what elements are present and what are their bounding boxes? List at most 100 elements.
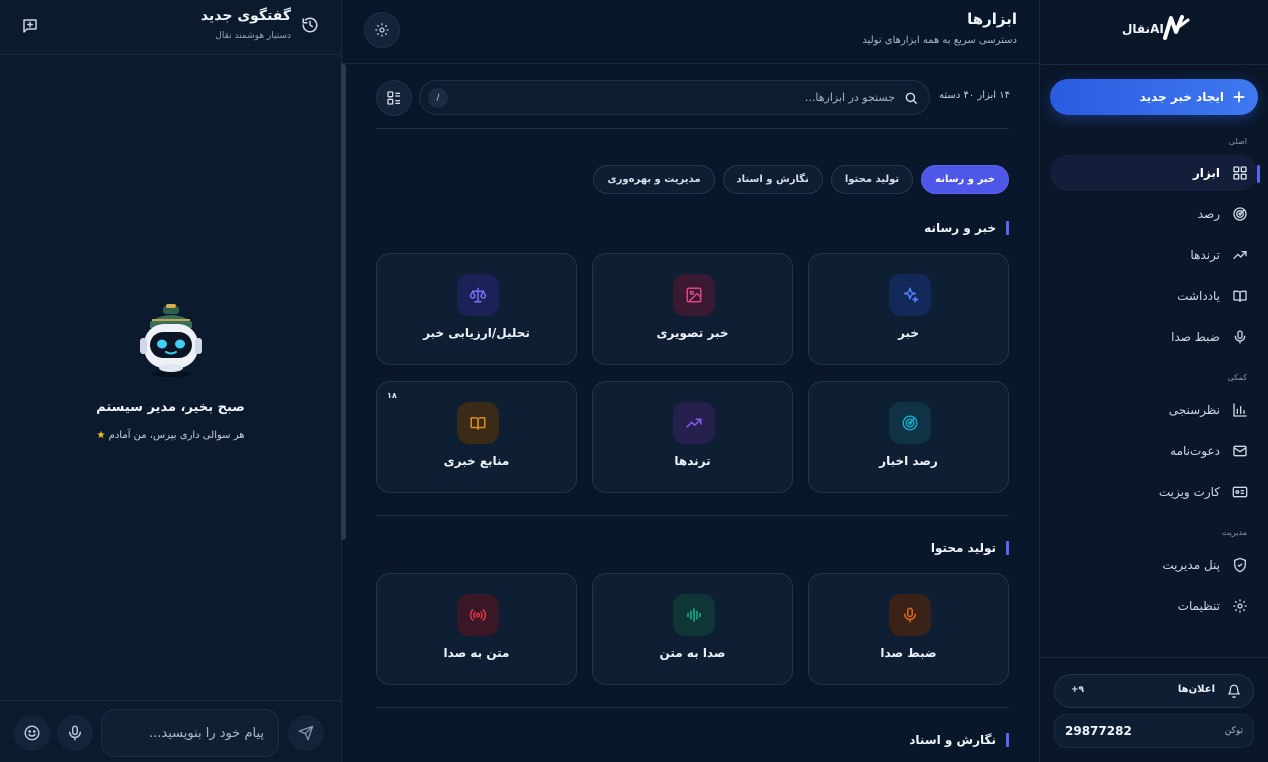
chat-scrollbar[interactable]: [341, 64, 346, 540]
tool-card-text-to-speech[interactable]: متن به صدا: [376, 573, 577, 685]
chat-title: گفتگوی جدید: [200, 8, 291, 24]
bell-icon: [1227, 684, 1241, 698]
tools-header: ابزارها دسترسی سریع به همه ابزارهای تولی…: [342, 0, 1039, 64]
search-shortcut-hint: /: [428, 88, 448, 108]
scale-icon: [457, 274, 499, 316]
nav-group-label: اصلی: [1228, 137, 1247, 146]
sidebar-item-label: ترندها: [1190, 248, 1220, 262]
tools-settings-button[interactable]: [364, 12, 400, 48]
tool-card-news-sources[interactable]: ۱۸ منابع خبری: [376, 381, 577, 493]
sidebar-item-label: رصد: [1197, 207, 1220, 221]
tool-card-news-monitoring[interactable]: رصد اخبار: [808, 381, 1009, 493]
tools-search: /: [419, 80, 930, 115]
sidebar-item-invitations[interactable]: دعوت‌نامه: [1050, 433, 1258, 469]
divider: [376, 515, 1009, 516]
tool-card-voice-recording[interactable]: ضبط صدا: [808, 573, 1009, 685]
notifications-count: +۹: [1071, 685, 1085, 695]
trending-up-icon: [1233, 251, 1247, 259]
sidebar-item-notes[interactable]: یادداشت: [1050, 278, 1258, 314]
view-toggle-button[interactable]: [376, 80, 412, 116]
tool-card-photo-news[interactable]: خبر تصویری: [592, 253, 793, 365]
card-count-badge: ۱۸: [387, 391, 397, 400]
greeting-prompt: هر سوالی داری بپرس، من آمادم ★: [0, 430, 341, 441]
tool-card-label: رصد اخبار: [879, 454, 938, 468]
tab-content-production[interactable]: تولید محتوا: [830, 165, 914, 194]
tab-writing-documents[interactable]: نگارش و اسناد: [722, 165, 823, 194]
sidebar-item-trends[interactable]: ترندها: [1050, 237, 1258, 273]
logo-icon: [1163, 15, 1190, 40]
image-icon: [673, 274, 715, 316]
audio-wave-icon: [673, 594, 715, 636]
voice-input-button[interactable]: [57, 715, 93, 751]
book-icon: [457, 402, 499, 444]
sidebar-item-label: نظرسنجی: [1168, 403, 1220, 417]
sidebar-item-tools[interactable]: ابزار: [1050, 155, 1258, 191]
create-news-label: ایجاد خبر جدید: [1139, 90, 1224, 104]
tool-counts: ۱۴ ابزار ۴۰ دسته: [939, 90, 1010, 101]
chat-subtitle: دستیار هوشمند نقال: [215, 31, 291, 41]
search-icon: [904, 91, 918, 105]
new-chat-button[interactable]: [13, 9, 47, 43]
plus-icon: [1233, 91, 1245, 103]
message-input[interactable]: [101, 709, 279, 757]
active-indicator: [1257, 165, 1260, 183]
smile-icon: [24, 725, 40, 741]
send-button[interactable]: [288, 715, 324, 751]
page-subtitle: دسترسی سریع به همه ابزارهای تولید: [862, 35, 1017, 46]
greeting-prompt-text: هر سوالی داری بپرس، من آمادم: [108, 430, 245, 441]
tab-news-media[interactable]: خبر و رسانه: [921, 165, 1009, 194]
grid-icon: [1233, 166, 1247, 180]
radar-icon: [1233, 207, 1247, 221]
star-icon: ★: [96, 430, 106, 441]
microphone-icon: [69, 725, 81, 741]
id-card-icon: [1232, 486, 1248, 498]
divider: [376, 707, 1009, 708]
gear-icon: [1233, 599, 1247, 613]
sidebar-item-label: ابزار: [1192, 166, 1220, 180]
sidebar-item-label: کارت ویزیت: [1158, 485, 1220, 499]
tool-card-trends[interactable]: ترندها: [592, 381, 793, 493]
sidebar-item-polls[interactable]: نظرسنجی: [1050, 392, 1258, 428]
section-title-news-media: خبر و رسانه: [924, 221, 1009, 235]
nav-group-label: کمکی: [1227, 373, 1247, 382]
tools-panel: ابزارها دسترسی سریع به همه ابزارهای تولی…: [342, 0, 1039, 762]
sidebar-item-voice-recording[interactable]: ضبط صدا: [1050, 319, 1258, 355]
notifications-button[interactable]: +۹ اعلان‌ها: [1054, 674, 1254, 708]
section-title-writing-documents: نگارش و اسناد: [909, 733, 1009, 747]
sidebar-item-label: دعوت‌نامه: [1170, 444, 1220, 458]
chat-header: گفتگوی جدید دستیار هوشمند نقال: [0, 0, 341, 55]
bar-chart-icon: [1233, 403, 1247, 417]
send-icon: [298, 725, 314, 741]
sidebar-item-label: تنظیمات: [1177, 599, 1220, 613]
tool-card-label: ترندها: [674, 454, 711, 468]
chat-history-button[interactable]: [293, 8, 327, 42]
book-open-icon: [1233, 290, 1247, 302]
create-news-button[interactable]: ایجاد خبر جدید: [1050, 79, 1258, 115]
sidebar-item-business-card[interactable]: کارت ویزیت: [1050, 474, 1258, 510]
chat-composer: [0, 700, 341, 762]
sidebar-item-label: پنل مدیریت: [1162, 558, 1220, 572]
sidebar-item-label: یادداشت: [1177, 289, 1220, 303]
divider: [1040, 657, 1268, 658]
brand-name: نقالAI: [1122, 22, 1164, 36]
token-label: توکن: [1224, 726, 1243, 736]
message-plus-icon: [23, 19, 37, 33]
page-title: ابزارها: [967, 10, 1017, 28]
tool-card-label: متن به صدا: [443, 646, 510, 660]
token-balance: 29877282 توکن: [1054, 714, 1254, 748]
nav-group-label: مدیریت: [1221, 528, 1247, 537]
emoji-button[interactable]: [14, 715, 50, 751]
tool-card-speech-to-text[interactable]: صدا به متن: [592, 573, 793, 685]
sidebar-item-admin-panel[interactable]: پنل مدیریت: [1050, 547, 1258, 583]
notifications-label: اعلان‌ها: [1177, 684, 1215, 695]
gear-icon: [375, 23, 389, 37]
sidebar-item-monitoring[interactable]: رصد: [1050, 196, 1258, 232]
search-input[interactable]: [475, 81, 895, 114]
sidebar-item-settings[interactable]: تنظیمات: [1050, 588, 1258, 624]
brand-logo[interactable]: نقالAI: [1122, 14, 1194, 44]
tool-card-news-analysis[interactable]: تحلیل/ارزیابی خبر: [376, 253, 577, 365]
tool-card-label: تحلیل/ارزیابی خبر: [423, 326, 530, 340]
tool-card-news[interactable]: خبر: [808, 253, 1009, 365]
tab-management-productivity[interactable]: مدیریت و بهره‌وری: [593, 165, 715, 194]
greeting-heading: صبح بخیر، مدیر سیستم: [96, 400, 245, 415]
